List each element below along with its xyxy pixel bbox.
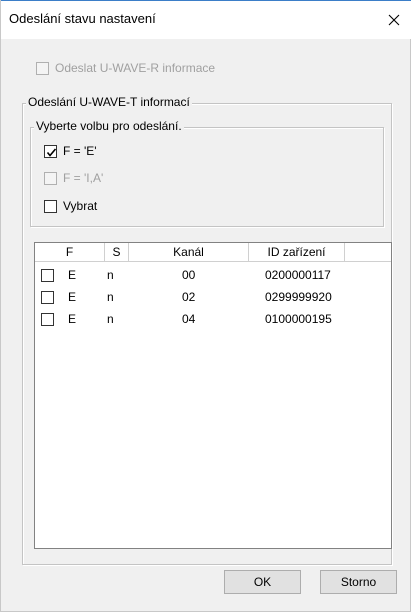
- row-s: n: [107, 268, 114, 282]
- row-device-id: 0100000195: [265, 312, 332, 326]
- column-header-s[interactable]: S: [105, 243, 129, 262]
- row-channel: 04: [182, 312, 196, 326]
- option-fe-label: F = 'E': [63, 144, 97, 158]
- column-header-f[interactable]: F: [35, 243, 105, 262]
- send-option-group-caption: Vyberte volbu pro odeslání.: [34, 119, 184, 133]
- row-channel: 00: [182, 268, 196, 282]
- close-icon: [388, 14, 400, 26]
- column-header-channel[interactable]: Kanál: [129, 243, 249, 262]
- option-fe-checkbox[interactable]: [44, 145, 57, 158]
- row-device-id: 0299999920: [265, 290, 332, 304]
- transmitter-list[interactable]: F S Kanál ID zařízení E n 00 0200000117 …: [34, 242, 392, 549]
- row-device-id: 0200000117: [265, 268, 331, 282]
- row-checkbox[interactable]: [41, 291, 54, 304]
- close-button[interactable]: [376, 1, 411, 39]
- row-s: n: [107, 290, 114, 304]
- option-fia-checkbox[interactable]: [44, 172, 57, 185]
- row-f: E: [68, 312, 77, 326]
- row-channel: 02: [182, 290, 196, 304]
- table-row[interactable]: E n 02 0299999920: [35, 289, 391, 305]
- column-header-filler: [345, 243, 391, 262]
- row-checkbox[interactable]: [41, 269, 54, 282]
- row-f: E: [68, 268, 77, 282]
- table-row[interactable]: E n 00 0200000117: [35, 267, 391, 283]
- option-select-checkbox[interactable]: [44, 200, 57, 213]
- send-r-checkbox[interactable]: [36, 62, 49, 75]
- option-fia-label: F = 'I,A': [63, 171, 104, 185]
- list-header: F S Kanál ID zařízení: [35, 243, 391, 262]
- checkmark-icon: [46, 148, 57, 157]
- column-header-device-id[interactable]: ID zařízení: [249, 243, 345, 262]
- row-checkbox[interactable]: [41, 313, 54, 326]
- row-s: n: [107, 312, 114, 326]
- title-bar[interactable]: Odeslání stavu nastavení: [1, 1, 411, 39]
- send-r-label: Odeslat U-WAVE-R informace: [55, 61, 216, 75]
- dialog-window: Odeslání stavu nastavení Odeslat U-WAVE-…: [0, 0, 411, 612]
- ok-button[interactable]: OK: [224, 570, 301, 594]
- window-title: Odeslání stavu nastavení: [9, 11, 156, 26]
- cancel-button[interactable]: Storno: [320, 570, 397, 594]
- table-row[interactable]: E n 04 0100000195: [35, 311, 391, 327]
- send-t-group-caption: Odeslání U-WAVE-T informací: [26, 95, 192, 109]
- row-f: E: [68, 290, 77, 304]
- option-select-label: Vybrat: [63, 199, 98, 213]
